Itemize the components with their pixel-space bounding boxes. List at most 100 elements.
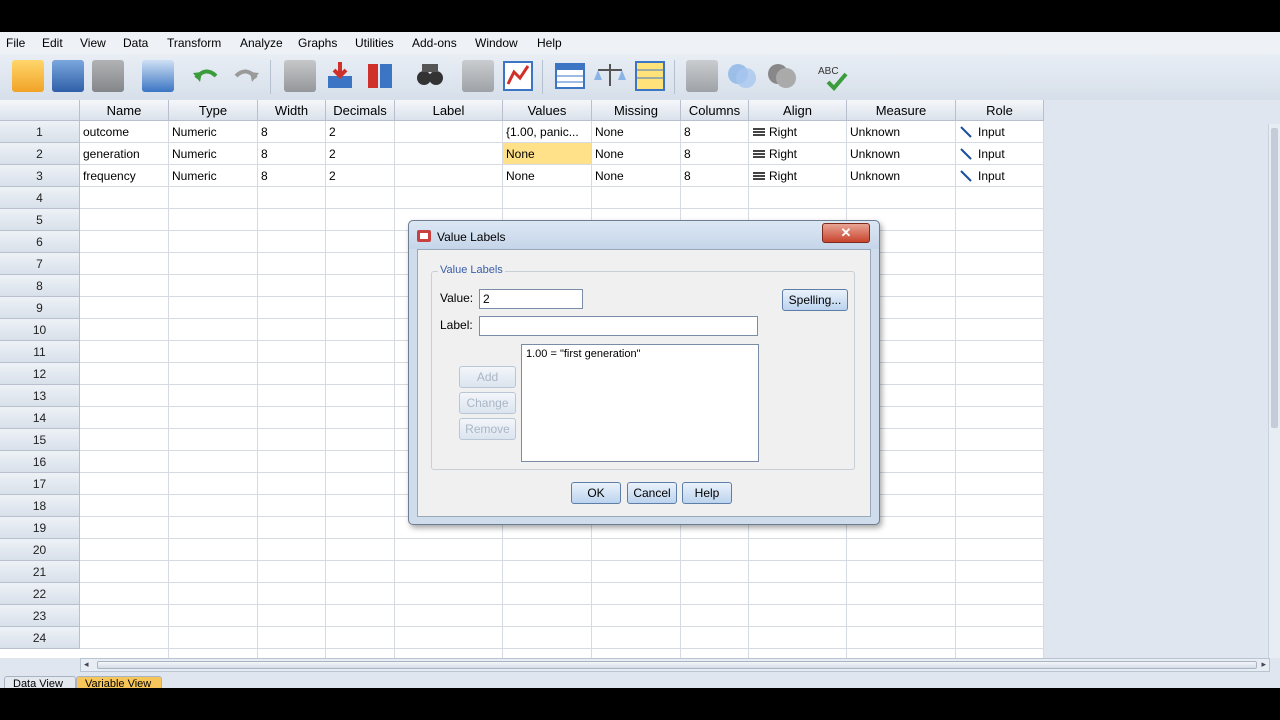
cell-align[interactable]: Right	[749, 143, 847, 165]
split-file-icon[interactable]	[554, 60, 586, 92]
insert-cases-icon[interactable]	[462, 60, 494, 92]
tab-data-view[interactable]: Data View	[4, 676, 76, 688]
cell-width[interactable]: 8	[258, 143, 326, 165]
cell-role[interactable]: Input	[956, 143, 1044, 165]
label-input[interactable]	[479, 316, 758, 336]
cell-measure[interactable]: Unknown	[847, 165, 956, 187]
cell-columns[interactable]: 8	[681, 143, 749, 165]
row-header[interactable]: 11	[0, 341, 80, 363]
horizontal-scrollbar[interactable]: ◂ ▸	[80, 658, 1270, 672]
spell-check-icon[interactable]: ABC	[816, 60, 848, 92]
cell-label[interactable]	[395, 143, 503, 165]
menu-transform[interactable]: Transform	[167, 36, 221, 50]
value-labels-icon[interactable]	[686, 60, 718, 92]
insert-variable-icon[interactable]	[502, 60, 534, 92]
vertical-scrollbar[interactable]	[1268, 124, 1280, 658]
row-header[interactable]: 21	[0, 561, 80, 583]
cell-values-selected[interactable]: None	[503, 143, 592, 165]
cell-align[interactable]: Right	[749, 165, 847, 187]
menu-edit[interactable]: Edit	[42, 36, 63, 50]
recall-dialog-icon[interactable]	[142, 60, 174, 92]
open-icon[interactable]	[12, 60, 44, 92]
row-header[interactable]: 17	[0, 473, 80, 495]
cancel-button[interactable]: Cancel	[627, 482, 677, 504]
column-header-label[interactable]: Label	[395, 100, 503, 121]
row-header[interactable]: 18	[0, 495, 80, 517]
row-header[interactable]: 13	[0, 385, 80, 407]
cell-columns[interactable]: 8	[681, 165, 749, 187]
cell-type[interactable]: Numeric	[169, 165, 258, 187]
horizontal-scroll-thumb[interactable]	[97, 661, 1257, 669]
row-header[interactable]: 15	[0, 429, 80, 451]
undo-icon[interactable]	[190, 60, 222, 92]
row-header[interactable]: 9	[0, 297, 80, 319]
cell-decimals[interactable]: 2	[326, 121, 395, 143]
row-header[interactable]: 10	[0, 319, 80, 341]
goto-variable-icon[interactable]	[324, 60, 356, 92]
menu-analyze[interactable]: Analyze	[240, 36, 283, 50]
row-header[interactable]: 19	[0, 517, 80, 539]
cell-name[interactable]: outcome	[80, 121, 169, 143]
value-input[interactable]	[479, 289, 583, 309]
spelling-button[interactable]: Spelling...	[782, 289, 848, 311]
show-all-variables-icon[interactable]	[766, 60, 798, 92]
cell-align[interactable]: Right	[749, 121, 847, 143]
row-header[interactable]: 16	[0, 451, 80, 473]
cell-type[interactable]: Numeric	[169, 121, 258, 143]
row-header[interactable]: 12	[0, 363, 80, 385]
row-header[interactable]: 24	[0, 627, 80, 649]
menu-utilities[interactable]: Utilities	[355, 36, 394, 50]
redo-icon[interactable]	[230, 60, 262, 92]
column-header-columns[interactable]: Columns	[681, 100, 749, 121]
weight-cases-icon[interactable]	[594, 60, 626, 92]
column-header-missing[interactable]: Missing	[592, 100, 681, 121]
cell-decimals[interactable]: 2	[326, 143, 395, 165]
column-header-align[interactable]: Align	[749, 100, 847, 121]
scroll-right-icon[interactable]: ▸	[1261, 659, 1266, 670]
column-header-name[interactable]: Name	[80, 100, 169, 121]
menu-window[interactable]: Window	[475, 36, 518, 50]
column-header-type[interactable]: Type	[169, 100, 258, 121]
column-header-measure[interactable]: Measure	[847, 100, 956, 121]
use-variable-sets-icon[interactable]	[726, 60, 758, 92]
cell-measure[interactable]: Unknown	[847, 121, 956, 143]
cell-decimals[interactable]: 2	[326, 165, 395, 187]
value-labels-list[interactable]: 1.00 = "first generation"	[521, 344, 759, 462]
cell-columns[interactable]: 8	[681, 121, 749, 143]
row-header[interactable]: 20	[0, 539, 80, 561]
cell-missing[interactable]: None	[592, 143, 681, 165]
cell-values[interactable]: None	[503, 165, 592, 187]
row-header[interactable]: 3	[0, 165, 80, 187]
column-header-values[interactable]: Values	[503, 100, 592, 121]
column-header-decimals[interactable]: Decimals	[326, 100, 395, 121]
change-button[interactable]: Change	[459, 392, 516, 414]
cell-type[interactable]: Numeric	[169, 143, 258, 165]
row-header[interactable]: 8	[0, 275, 80, 297]
row-header[interactable]: 22	[0, 583, 80, 605]
cell-role[interactable]: Input	[956, 121, 1044, 143]
cell-name[interactable]: frequency	[80, 165, 169, 187]
close-button[interactable]: ✕	[822, 223, 870, 243]
print-icon[interactable]	[92, 60, 124, 92]
row-header[interactable]: 7	[0, 253, 80, 275]
cell-label[interactable]	[395, 165, 503, 187]
cell-label[interactable]	[395, 121, 503, 143]
row-header[interactable]: 6	[0, 231, 80, 253]
cell-width[interactable]: 8	[258, 165, 326, 187]
row-header[interactable]: 2	[0, 143, 80, 165]
row-header[interactable]: 4	[0, 187, 80, 209]
cell-width[interactable]: 8	[258, 121, 326, 143]
add-button[interactable]: Add	[459, 366, 516, 388]
menu-view[interactable]: View	[80, 36, 106, 50]
goto-case-icon[interactable]	[284, 60, 316, 92]
list-item[interactable]: 1.00 = "first generation"	[526, 348, 754, 360]
row-header[interactable]: 1	[0, 121, 80, 143]
row-header[interactable]: 14	[0, 407, 80, 429]
cell-measure[interactable]: Unknown	[847, 143, 956, 165]
remove-button[interactable]: Remove	[459, 418, 516, 440]
row-header[interactable]: 5	[0, 209, 80, 231]
cell-missing[interactable]: None	[592, 165, 681, 187]
scroll-left-icon[interactable]: ◂	[84, 659, 89, 670]
cell-missing[interactable]: None	[592, 121, 681, 143]
dialog-titlebar[interactable]: Value Labels ✕	[409, 221, 879, 249]
